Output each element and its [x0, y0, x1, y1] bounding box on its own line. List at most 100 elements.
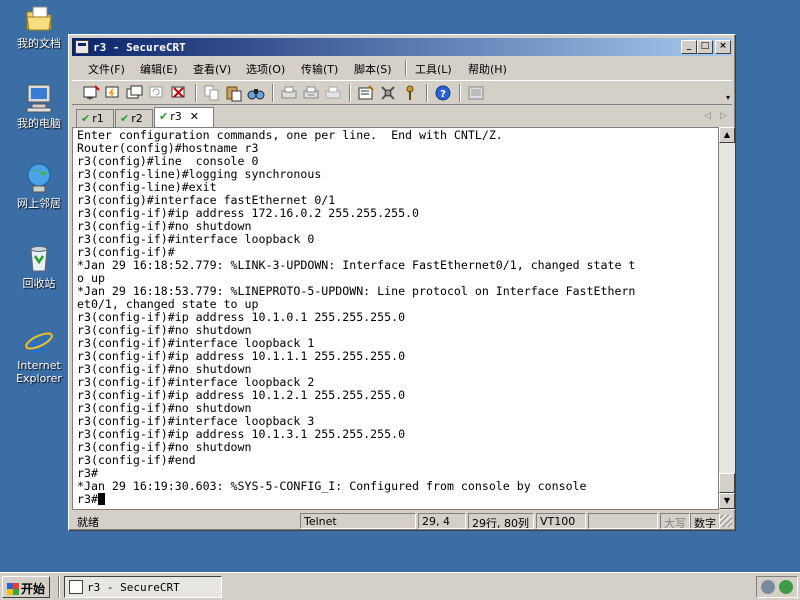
- tab-r2[interactable]: ✔ r2: [115, 109, 153, 127]
- title-bar[interactable]: r3 - SecureCRT _ □ ×: [72, 38, 732, 56]
- desktop-icon-label: 回收站: [22, 277, 56, 290]
- menu-view[interactable]: 查看(V): [193, 61, 231, 77]
- terminal-line: r3(config-if)#: [77, 245, 175, 259]
- minimize-button[interactable]: _: [681, 40, 697, 54]
- terminal-line: r3(config-if)#end: [77, 453, 196, 467]
- terminal-line: r3(config-if)#no shutdown: [77, 323, 252, 337]
- maximize-button[interactable]: □: [697, 40, 713, 54]
- tab-scroll-left-icon[interactable]: ◁: [704, 111, 711, 121]
- taskbar: 开始 r3 - SecureCRT: [0, 572, 800, 600]
- window-title: r3 - SecureCRT: [93, 41, 186, 54]
- terminal-line: r3(config-if)#no shutdown: [77, 219, 252, 233]
- terminal-line: r3(config-if)#no shutdown: [77, 440, 252, 454]
- session-tabs: ✔ r1 ✔ r2 ✔ r3 ✕ ◁ ▷: [72, 107, 732, 127]
- desktop-icon-network[interactable]: 网上邻居: [4, 162, 74, 210]
- system-tray: [756, 576, 798, 598]
- desktop-icon-label: Internet Explorer: [16, 359, 62, 385]
- status-ready: 就绪: [77, 516, 99, 529]
- terminal-line: r3(config-if)#interface loopback 2: [77, 375, 315, 389]
- status-cursor-position: 29, 4: [418, 513, 466, 529]
- terminal-line: r3(config)#interface fastEthernet 0/1: [77, 193, 336, 207]
- print-selection-icon[interactable]: [302, 84, 320, 102]
- keymap-icon[interactable]: [401, 84, 419, 102]
- desktop-icon-recycle-bin[interactable]: 回收站: [4, 242, 74, 290]
- toolbar-separator: [195, 84, 197, 102]
- start-button[interactable]: 开始: [2, 576, 50, 598]
- terminal-line: et0/1, changed state to up: [77, 297, 259, 311]
- desktop-icon-internet-explorer[interactable]: e Internet Explorer: [4, 322, 74, 385]
- status-protocol: Telnet: [300, 513, 416, 529]
- terminal-line: r3(config-if)#ip address 10.1.1.1 255.25…: [77, 349, 406, 363]
- paste-icon[interactable]: [225, 84, 243, 102]
- about-icon[interactable]: [467, 84, 485, 102]
- scroll-down-button[interactable]: ▼: [719, 493, 735, 509]
- desktop-icon-label: 我的电脑: [17, 117, 61, 130]
- resize-grip[interactable]: [720, 515, 732, 527]
- windows-logo-icon: [7, 583, 19, 595]
- tray-network-icon[interactable]: [761, 580, 775, 594]
- terminal-line: Router(config)#hostname r3: [77, 141, 259, 155]
- tab-r3[interactable]: ✔ r3 ✕: [154, 107, 214, 127]
- tray-volume-icon[interactable]: [779, 580, 793, 594]
- status-bar: 就绪 Telnet 29, 4 29行, 80列 VT100 大写 数字: [72, 512, 732, 529]
- reconnect-icon[interactable]: [148, 84, 166, 102]
- menu-transfer[interactable]: 传输(T): [301, 61, 338, 77]
- status-num-lock: 数字: [690, 513, 720, 529]
- status-emulation: VT100: [536, 513, 586, 529]
- print-icon[interactable]: [324, 84, 342, 102]
- toolbar: ? ▾: [72, 80, 732, 105]
- terminal-lines: Enter configuration commands, one per li…: [77, 128, 635, 493]
- connect-tab-icon[interactable]: [126, 84, 144, 102]
- tab-label: r1: [92, 112, 104, 125]
- find-icon[interactable]: [247, 84, 265, 102]
- global-options-icon[interactable]: [379, 84, 397, 102]
- connected-check-icon: ✔: [81, 112, 91, 125]
- terminal-line: r3(config-if)#interface loopback 0: [77, 232, 315, 246]
- terminal-output[interactable]: Enter configuration commands, one per li…: [72, 127, 719, 510]
- close-button[interactable]: ×: [715, 40, 731, 54]
- status-caps-lock: 大写: [660, 513, 690, 529]
- terminal-prompt: r3#: [77, 492, 98, 506]
- tab-close-icon[interactable]: ✕: [190, 110, 199, 123]
- tab-label: r3: [170, 110, 182, 123]
- help-icon[interactable]: ?: [434, 84, 452, 102]
- terminal-line: r3(config)#line console 0: [77, 154, 259, 168]
- menu-help[interactable]: 帮助(H): [468, 61, 507, 77]
- terminal-line: r3(config-if)#no shutdown: [77, 401, 252, 415]
- securecrt-window: r3 - SecureCRT _ □ × 文件(F) 编辑(E) 查看(V) 选…: [68, 34, 736, 531]
- terminal-line: Enter configuration commands, one per li…: [77, 128, 503, 142]
- scroll-thumb[interactable]: [719, 473, 735, 493]
- computer-icon: [23, 82, 55, 114]
- menu-script[interactable]: 脚本(S): [354, 61, 392, 77]
- scroll-up-button[interactable]: ▲: [719, 127, 735, 143]
- tab-scroll-right-icon[interactable]: ▷: [720, 111, 727, 121]
- task-label: r3 - SecureCRT: [87, 581, 180, 594]
- quick-connect-icon[interactable]: [104, 84, 122, 102]
- start-label: 开始: [21, 582, 46, 596]
- desktop-icon-my-documents[interactable]: 我的文档: [4, 2, 74, 50]
- terminal-line: r3(config-line)#logging synchronous: [77, 167, 322, 181]
- menu-edit[interactable]: 编辑(E): [140, 61, 178, 77]
- terminal-line: r3(config-if)#ip address 10.1.2.1 255.25…: [77, 388, 406, 402]
- print-setup-icon[interactable]: [280, 84, 298, 102]
- terminal-line: *Jan 29 16:18:53.779: %LINEPROTO-5-UPDOW…: [77, 284, 636, 298]
- menu-tools[interactable]: 工具(L): [415, 61, 452, 77]
- terminal-line: r3#: [77, 466, 98, 480]
- menu-options[interactable]: 选项(O): [246, 61, 285, 77]
- taskbar-separator: [58, 576, 60, 598]
- securecrt-app-icon: [69, 580, 83, 594]
- terminal-line: r3(config-if)#ip address 172.16.0.2 255.…: [77, 206, 420, 220]
- tab-r1[interactable]: ✔ r1: [76, 109, 114, 127]
- taskbar-button-securecrt[interactable]: r3 - SecureCRT: [64, 576, 222, 598]
- toolbar-overflow-icon[interactable]: ▾: [726, 93, 730, 102]
- desktop-icon-my-computer[interactable]: 我的电脑: [4, 82, 74, 130]
- toolbar-separator: [272, 84, 274, 102]
- tab-label: r2: [131, 112, 143, 125]
- copy-icon[interactable]: [203, 84, 221, 102]
- disconnect-icon[interactable]: [170, 84, 188, 102]
- terminal-scrollbar[interactable]: ▲ ▼: [719, 127, 735, 510]
- session-options-icon[interactable]: [357, 84, 375, 102]
- menu-file[interactable]: 文件(F): [88, 61, 125, 77]
- connect-icon[interactable]: [82, 84, 100, 102]
- toolbar-separator: [426, 84, 428, 102]
